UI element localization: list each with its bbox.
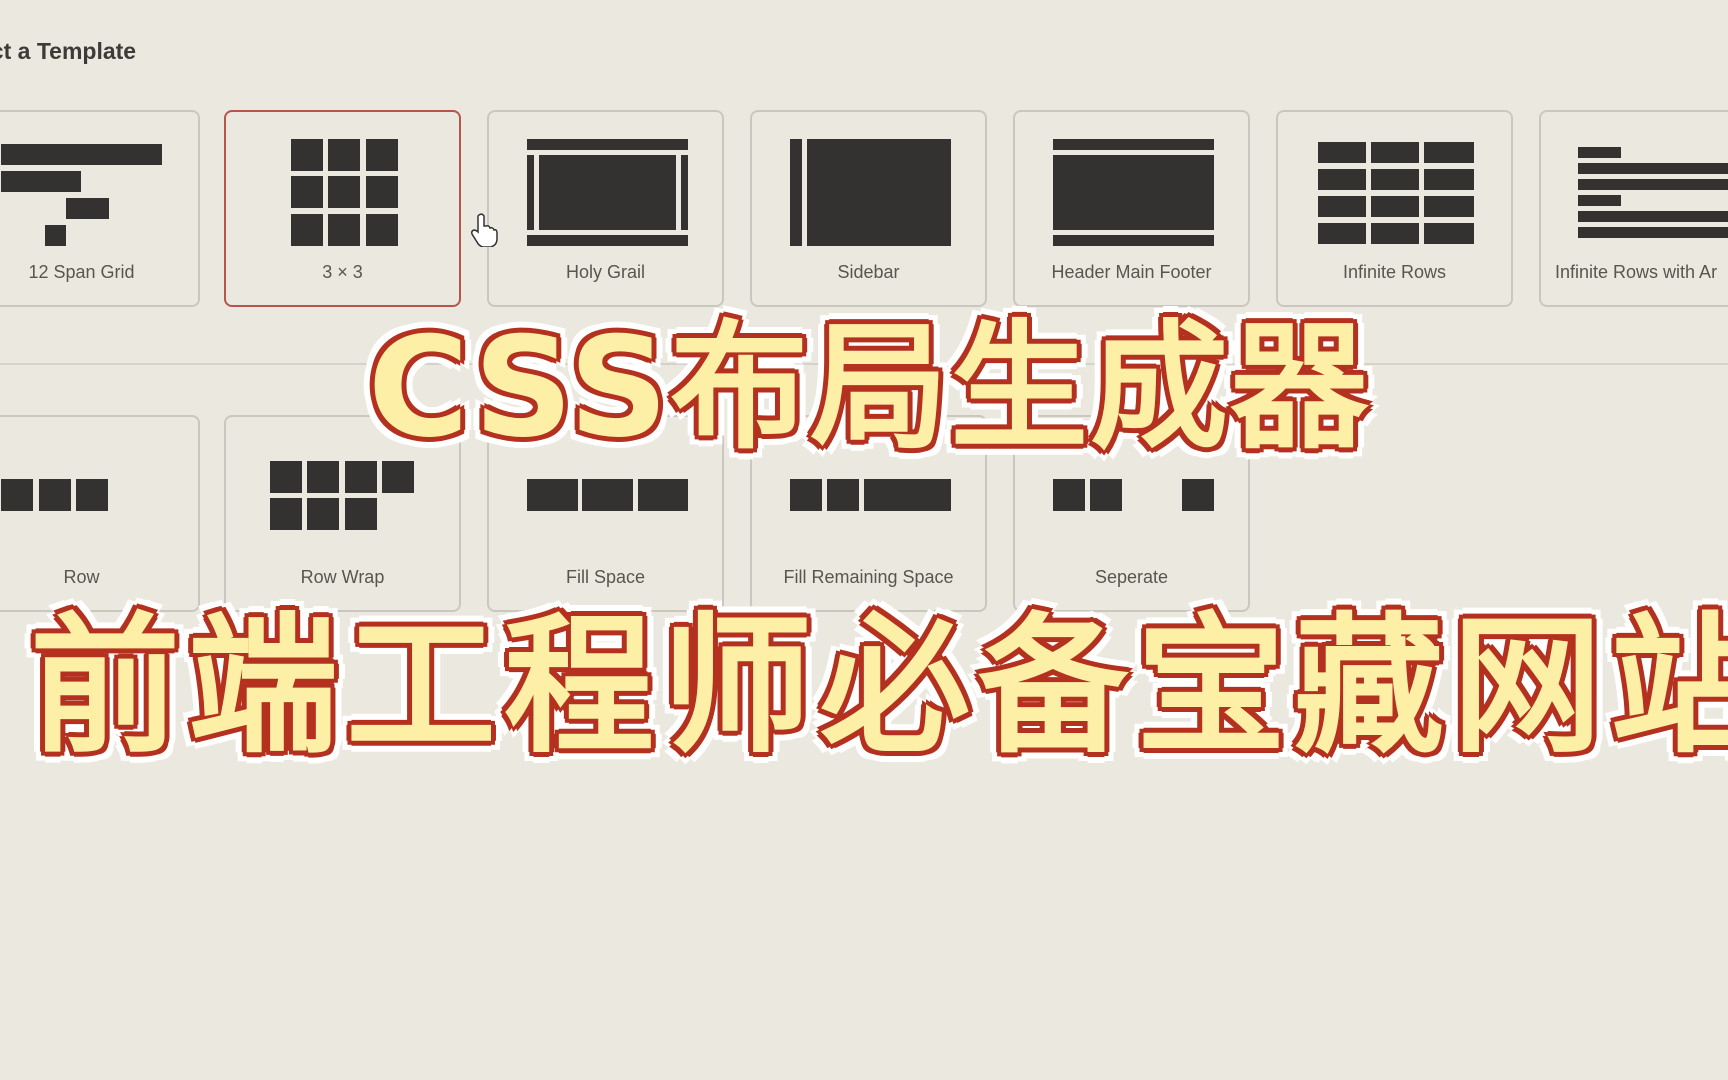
template-label: Row Wrap: [300, 567, 385, 587]
overlay-title-line2: 前端工程师必备宝藏网站: [30, 600, 1728, 774]
infinite-rows-icon: [1278, 112, 1511, 244]
twelve-span-grid-icon: [0, 112, 198, 246]
template-label: Row: [63, 567, 100, 587]
overlay-title-line1: CSS布局生成器: [367, 307, 1371, 468]
template-card-3x3[interactable]: 3 × 3: [224, 110, 461, 307]
template-card-holy-grail[interactable]: Holy Grail: [487, 110, 724, 307]
template-card-header-main-footer[interactable]: Header Main Footer: [1013, 110, 1250, 307]
header-main-footer-icon: [1015, 112, 1248, 246]
template-card-12-span-grid[interactable]: 12 Span Grid: [0, 110, 200, 307]
template-card-infinite-rows[interactable]: Infinite Rows: [1276, 110, 1513, 307]
holy-grail-layout-icon: [489, 112, 722, 246]
template-label: Sidebar: [837, 262, 900, 282]
sidebar-layout-icon: [752, 112, 985, 246]
hand-pointer-cursor-icon: [471, 213, 498, 247]
template-label: Holy Grail: [565, 262, 645, 282]
template-card-infinite-rows-with-areas[interactable]: Infinite Rows with Ar: [1539, 110, 1728, 307]
template-card-sidebar[interactable]: Sidebar: [750, 110, 987, 307]
template-label: 12 Span Grid: [28, 262, 135, 282]
template-label: Header Main Footer: [1051, 262, 1212, 282]
template-label: 3 × 3: [322, 262, 363, 282]
template-label: Infinite Rows: [1342, 262, 1447, 282]
template-label: Seperate: [1094, 567, 1169, 587]
infinite-rows-with-areas-icon: [1541, 112, 1728, 242]
three-by-three-grid-icon: [226, 112, 459, 246]
template-label: Fill Space: [565, 567, 646, 587]
template-label: Infinite Rows with Ar: [1555, 262, 1718, 282]
template-label: Fill Remaining Space: [783, 567, 954, 587]
section-heading: ect a Template: [0, 38, 137, 64]
